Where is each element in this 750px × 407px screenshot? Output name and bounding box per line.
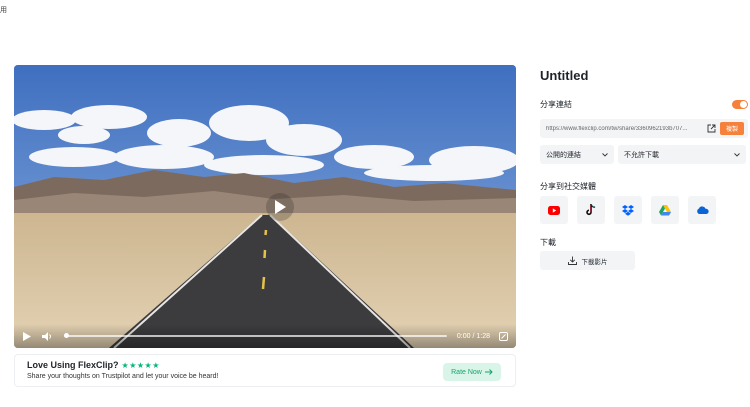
external-link-icon[interactable] <box>707 124 716 133</box>
rate-now-label: Rate Now <box>451 368 482 376</box>
share-link-field[interactable]: https://www.flexclip.com/tw/share/336096… <box>540 119 748 138</box>
youtube-share-button[interactable] <box>540 196 568 224</box>
rating-subtitle: Share your thoughts on Trustpilot and le… <box>27 373 219 380</box>
rate-now-button[interactable]: Rate Now <box>443 363 501 381</box>
google-drive-icon <box>659 204 671 215</box>
social-media-label: 分享到社交媒體 <box>540 182 596 191</box>
share-link-toggle[interactable] <box>732 100 748 109</box>
play-icon <box>23 331 31 341</box>
chevron-down-icon <box>602 152 608 157</box>
corner-label: 用 <box>0 7 7 14</box>
time-display: 0:00 / 1:28 <box>456 332 490 340</box>
play-icon <box>275 200 286 214</box>
share-panel: Untitled 分享連結 https://www.flexclip.com/t… <box>540 68 748 270</box>
fullscreen-icon <box>498 331 508 341</box>
onedrive-share-button[interactable] <box>688 196 716 224</box>
share-options: 公開的連結 不允許下載 <box>540 145 748 164</box>
chevron-down-icon <box>734 152 740 157</box>
download-icon <box>567 256 577 265</box>
video-player[interactable]: 0:00 / 1:28 <box>14 65 516 348</box>
volume-icon <box>41 331 51 341</box>
visibility-select[interactable]: 公開的連結 <box>540 145 614 164</box>
progress-bar[interactable] <box>64 333 447 338</box>
download-permission-value: 不允許下載 <box>624 151 659 159</box>
google-drive-share-button[interactable] <box>651 196 679 224</box>
arrow-right-icon <box>484 369 493 375</box>
download-video-label: 下載影片 <box>581 258 608 266</box>
copy-button[interactable]: 複製 <box>720 122 744 135</box>
rating-title: Love Using FlexClip? <box>27 360 119 370</box>
rating-title-row: Love Using FlexClip? ★★★★★ <box>27 360 503 370</box>
onedrive-icon <box>696 206 709 214</box>
visibility-value: 公開的連結 <box>546 151 581 159</box>
project-title: Untitled <box>540 68 589 83</box>
youtube-icon <box>548 205 560 215</box>
rating-banner: Love Using FlexClip? ★★★★★ Share your th… <box>14 354 516 387</box>
play-button[interactable] <box>20 329 34 343</box>
video-frame <box>14 65 516 348</box>
dropbox-share-button[interactable] <box>614 196 642 224</box>
fullscreen-button[interactable] <box>496 329 510 343</box>
volume-button[interactable] <box>40 329 54 343</box>
download-label: 下載 <box>540 238 556 247</box>
download-permission-select[interactable]: 不允許下載 <box>618 145 746 164</box>
trustpilot-stars: ★★★★★ <box>121 360 160 370</box>
tiktok-icon <box>586 204 596 216</box>
share-link-row: 分享連結 <box>540 99 748 110</box>
share-link-label: 分享連結 <box>540 100 572 109</box>
tiktok-share-button[interactable] <box>577 196 605 224</box>
progress-knob[interactable] <box>64 333 69 338</box>
video-controls: 0:00 / 1:28 <box>14 324 516 348</box>
download-video-button[interactable]: 下載影片 <box>540 251 635 270</box>
social-buttons <box>540 196 716 224</box>
dropbox-icon <box>622 204 634 216</box>
share-link-url: https://www.flexclip.com/tw/share/336096… <box>546 125 688 132</box>
play-overlay-button[interactable] <box>266 193 294 221</box>
toggle-knob <box>740 101 747 108</box>
